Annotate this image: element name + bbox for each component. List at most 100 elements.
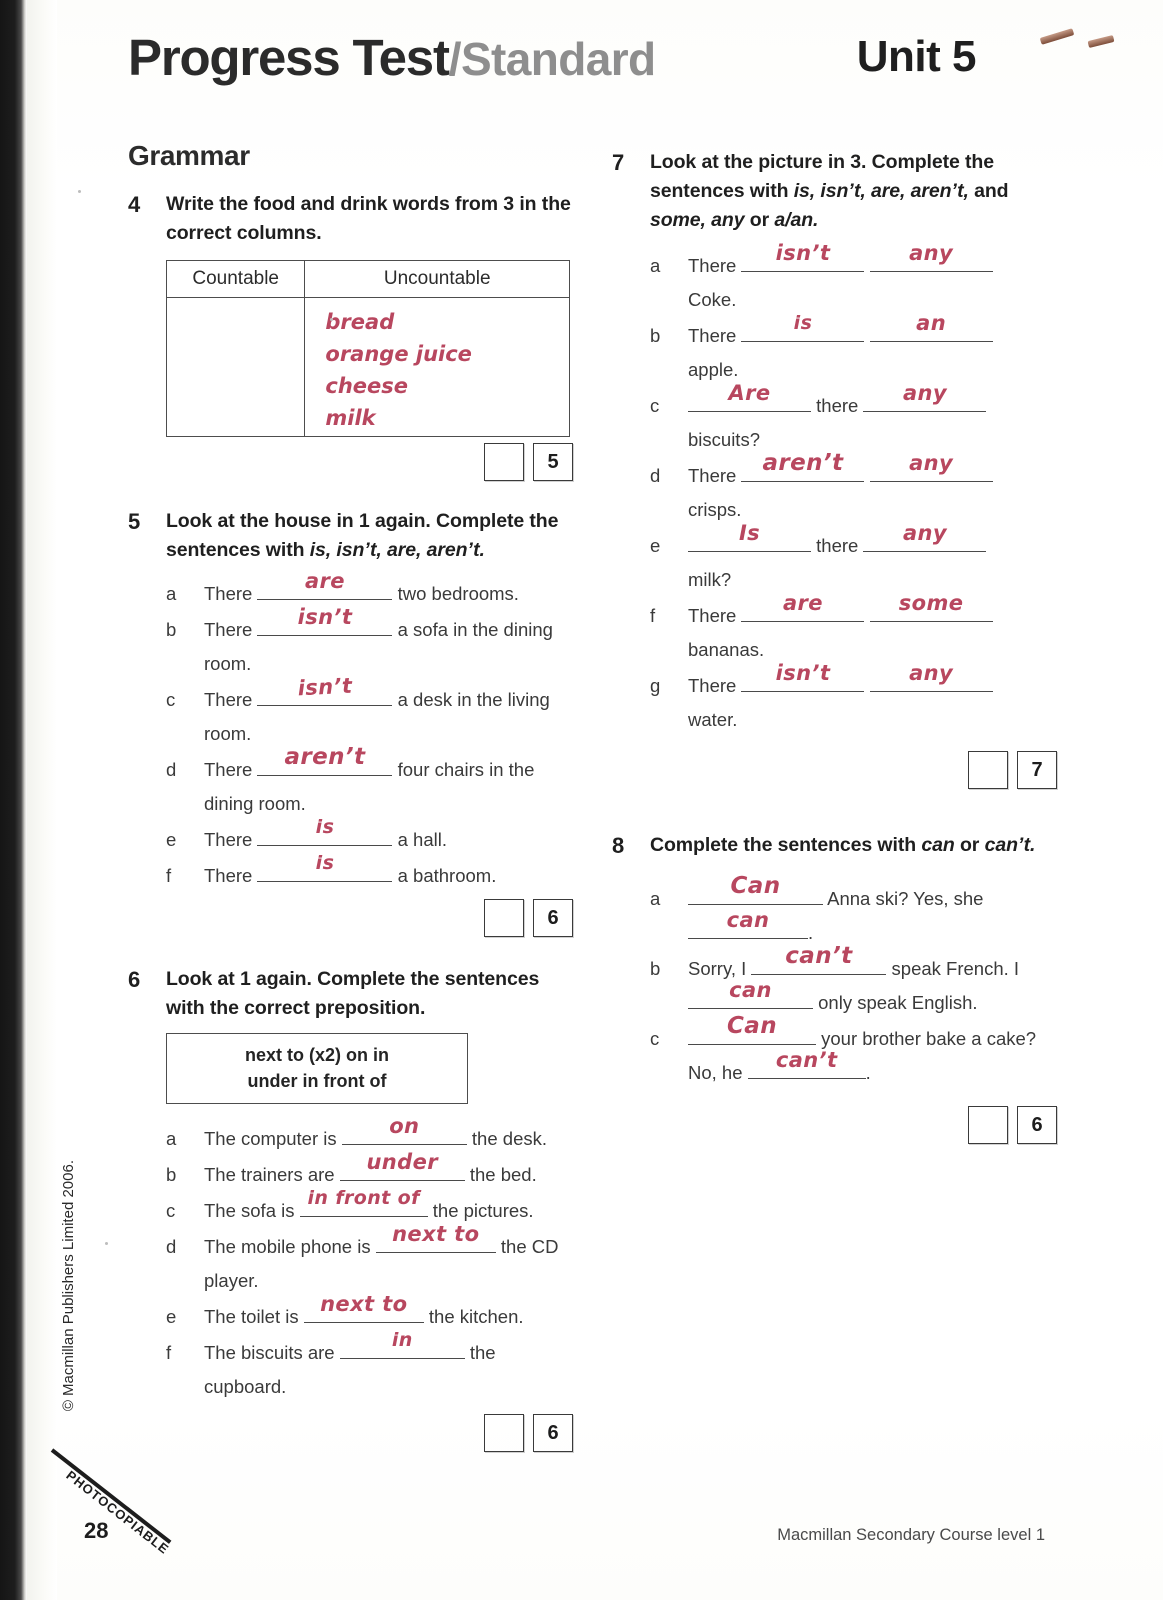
item-post-text: the bed.	[469, 1164, 537, 1185]
item-post-text: biscuits?	[688, 429, 760, 450]
item-letter: g	[650, 675, 661, 696]
handwritten-answer: can	[729, 978, 772, 1002]
handwritten-answer: next to	[320, 1292, 408, 1316]
list-item: c The sofa is in front of the pictures.	[166, 1187, 573, 1228]
answer-blank-2[interactable]: some	[869, 591, 993, 622]
answer-blank-2[interactable]: any	[869, 661, 993, 692]
list-item: e There is a hall.	[166, 816, 573, 857]
answer-blank-2[interactable]: can	[688, 978, 813, 1009]
answer-blank[interactable]: next to	[375, 1222, 496, 1253]
item-post-text: crisps.	[688, 499, 742, 520]
handwritten-answer: can’t	[785, 943, 853, 969]
page-number: 28	[84, 1518, 109, 1543]
item-pre-text: There	[204, 759, 253, 780]
item-letter: b	[166, 619, 177, 640]
score-input-box[interactable]	[968, 751, 1008, 789]
answer-blank-1[interactable]: isn’t	[741, 661, 865, 692]
handwritten-answer: Can	[727, 1013, 777, 1039]
answer-blank-1[interactable]: Is	[688, 521, 811, 552]
answer-blank[interactable]: isn’t	[257, 674, 393, 706]
answer-blank-2[interactable]: any	[863, 521, 987, 552]
score-input-box[interactable]	[484, 899, 524, 937]
exercise-4-number: 4	[128, 192, 141, 217]
exercise-6: 6 Look at 1 again. Complete the sentence…	[128, 965, 573, 1452]
item-letter: a	[166, 1128, 177, 1149]
list-item: a There are two bedrooms.	[166, 569, 573, 611]
table-header-countable: Countable	[165, 260, 306, 298]
prompt-text-italic: is, isn’t, are, aren’t.	[309, 539, 485, 561]
item-letter: e	[166, 829, 177, 850]
answer-blank-2[interactable]: can	[688, 908, 808, 939]
list-item: c Are there any biscuits?	[650, 381, 1057, 457]
item-post-text: bananas.	[688, 639, 765, 660]
handwritten-answer: are	[304, 569, 345, 593]
handwritten-answer: next to	[392, 1222, 480, 1246]
answer-blank[interactable]: is	[257, 816, 393, 846]
table-header-row: Countable Uncountable	[165, 260, 570, 298]
item-letter: c	[650, 1028, 660, 1049]
item-body: There are some bananas.	[688, 591, 1057, 667]
item-body: There is a hall.	[204, 816, 573, 857]
item-post-text: a bathroom.	[397, 865, 497, 886]
answer-blank[interactable]: next to	[303, 1292, 424, 1323]
item-pre-text: There	[204, 689, 253, 710]
item-mid-text: Anna ski? Yes, she	[827, 888, 984, 909]
answer-blank-2[interactable]: an	[869, 311, 993, 342]
handwritten-answer: Are	[728, 381, 771, 405]
preposition-word-box: next to (x2) on in under in front of	[166, 1033, 468, 1104]
handwritten-answer: isn’t	[775, 241, 831, 265]
answer-blank-1[interactable]: Can	[688, 873, 823, 905]
list-item: f The biscuits are in the cupboard.	[166, 1329, 573, 1404]
score-input-box[interactable]	[968, 1106, 1008, 1144]
item-body: There isn’t any Coke.	[688, 241, 1057, 317]
answer-blank-2[interactable]: can’t	[747, 1048, 866, 1079]
handwritten-answer: any	[909, 241, 954, 265]
item-pre-text: There	[688, 325, 737, 346]
answer-blank-1[interactable]: Are	[688, 381, 811, 412]
answer-blank-2[interactable]: any	[869, 241, 993, 272]
list-item: a Can Anna ski? Yes, she can.	[650, 873, 1057, 950]
item-post-text: only speak English.	[818, 992, 978, 1013]
answer-blank[interactable]: in front of	[299, 1187, 428, 1217]
list-item: g There isn’t any water.	[650, 661, 1057, 737]
scan-speck	[330, 318, 333, 321]
handwritten-answer: an	[916, 311, 947, 335]
score-input-box[interactable]	[484, 443, 524, 481]
answer-blank[interactable]: is	[257, 852, 393, 882]
list-item: d There aren’t any crisps.	[650, 450, 1057, 527]
answer-blank-1[interactable]: are	[741, 591, 865, 622]
answer-blank[interactable]: aren’t	[257, 744, 393, 776]
score-max-box: 7	[1017, 751, 1057, 789]
item-post-text: water.	[688, 709, 738, 730]
prompt-text: or	[954, 834, 985, 856]
item-body: The biscuits are in the cupboard.	[204, 1329, 573, 1404]
item-body: There isn’t a desk in the living room.	[204, 674, 573, 751]
exercise-5-number: 5	[128, 509, 141, 534]
page-title-main: Progress Test	[128, 29, 450, 86]
item-pre-text: The computer is	[204, 1128, 337, 1149]
answer-blank-1[interactable]: is	[741, 312, 865, 342]
exercise-6-prompt: Look at 1 again. Complete the sentences …	[166, 965, 573, 1023]
staple-mark-icon	[1087, 34, 1115, 49]
answer-blank-2[interactable]: any	[869, 451, 993, 482]
item-letter: a	[650, 888, 661, 909]
answer-blank[interactable]: isn’t	[257, 605, 393, 636]
answer-blank-1[interactable]: isn’t	[741, 241, 865, 272]
section-heading-grammar: Grammar	[128, 140, 250, 171]
score-input-box[interactable]	[484, 1414, 524, 1452]
answer-blank-1[interactable]: aren’t	[741, 450, 865, 482]
list-item: c Can your brother bake a cake? No, he c…	[650, 1013, 1057, 1090]
table-cell-countable[interactable]	[165, 297, 306, 437]
item-letter: f	[166, 1342, 172, 1363]
item-post-text: milk?	[688, 569, 732, 590]
answer-blank[interactable]: on	[341, 1114, 467, 1145]
answer-blank-1[interactable]: Can	[688, 1013, 816, 1045]
answer-blank[interactable]: are	[257, 569, 393, 600]
item-mid-text: speak French. I	[891, 958, 1020, 979]
answer-blank[interactable]: under	[339, 1150, 465, 1181]
answer-blank-1[interactable]: can’t	[751, 943, 887, 975]
table-cell-uncountable[interactable]: bread orange juice cheese milk	[304, 297, 570, 437]
answer-blank[interactable]: in	[339, 1329, 465, 1359]
uncountable-answer: orange juice	[325, 342, 472, 366]
answer-blank-2[interactable]: any	[863, 381, 987, 412]
